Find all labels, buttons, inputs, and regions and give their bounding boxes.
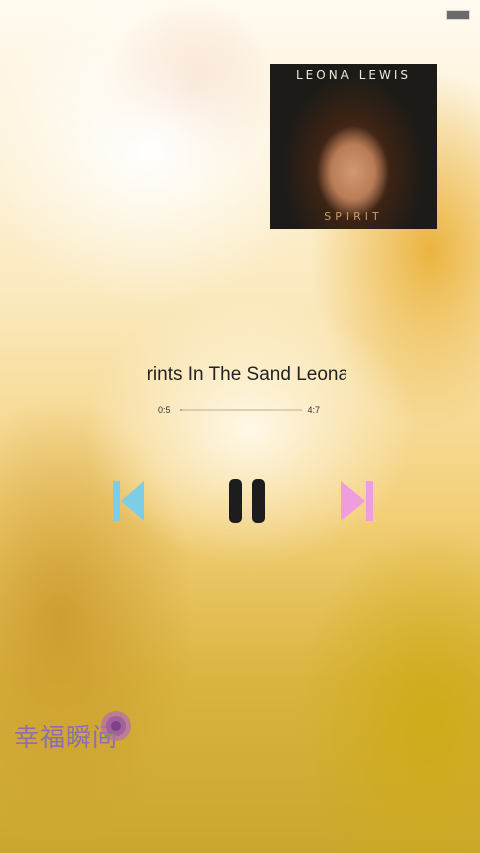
skip-previous-icon [113, 481, 144, 521]
rose-icon [101, 711, 131, 741]
progress-row: 0:5 4:7 [158, 403, 320, 417]
progress-bar[interactable] [180, 409, 302, 411]
album-cover: LEONA LEWIS SPIRIT [270, 64, 437, 229]
album-title: SPIRIT [324, 210, 383, 223]
album-artist: LEONA LEWIS [295, 68, 411, 82]
pause-icon [229, 479, 265, 523]
brand-logo: 幸福瞬间 [14, 708, 136, 766]
song-title-text: Footprints In The Sand Leona Lewis [148, 364, 346, 385]
pause-button[interactable] [222, 474, 272, 528]
song-marquee: Footprints In The Sand Leona Lewis [148, 364, 346, 388]
next-button[interactable] [332, 474, 382, 528]
progress-fill [180, 409, 183, 411]
previous-button[interactable] [104, 474, 154, 528]
elapsed-time: 0:5 [158, 405, 171, 415]
total-time: 4:7 [307, 405, 320, 415]
battery-icon [446, 10, 470, 20]
skip-next-icon [341, 481, 373, 521]
